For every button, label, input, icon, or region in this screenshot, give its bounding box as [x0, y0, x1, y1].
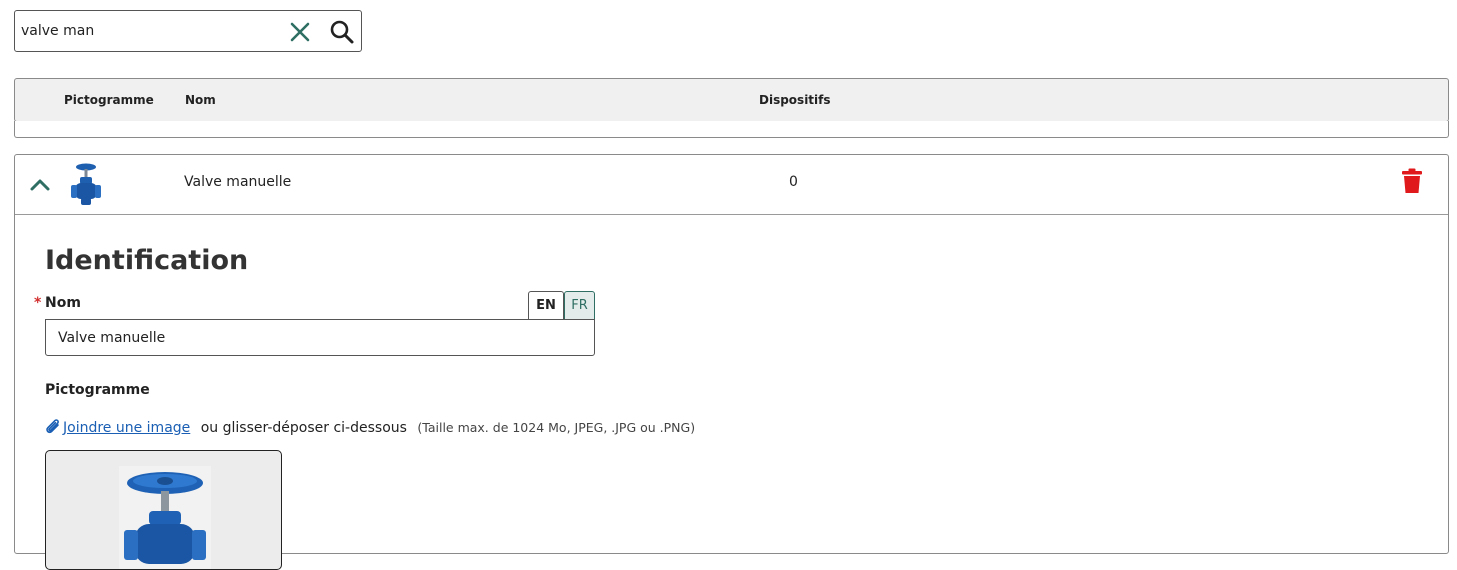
search-icon[interactable] — [329, 19, 355, 45]
attach-hint: (Taille max. de 1024 Mo, JPEG, .JPG ou .… — [417, 420, 696, 435]
name-label: Nom — [45, 295, 81, 311]
valve-image — [124, 472, 206, 564]
attach-image-link[interactable]: Joindre une image — [63, 420, 190, 436]
attach-image-line: Joindre une image ou glisser-déposer ci-… — [45, 419, 695, 436]
language-tab-fr[interactable]: FR — [564, 291, 595, 320]
pictogram-label: Pictogramme — [45, 382, 150, 398]
image-drop-zone[interactable] — [45, 450, 282, 570]
column-header-nom[interactable]: Nom — [185, 93, 216, 107]
search-input[interactable] — [21, 19, 271, 43]
required-marker: * — [34, 295, 42, 311]
pictogram-preview — [119, 466, 211, 569]
row-dispositifs-count: 0 — [789, 174, 798, 190]
attach-text: ou glisser-déposer ci-dessous — [200, 420, 407, 436]
table-header: Pictogramme Nom Dispositifs — [14, 78, 1449, 122]
trash-icon[interactable] — [1401, 168, 1423, 194]
section-title: Identification — [45, 245, 249, 276]
table-row: Valve manuelle 0 Identification * Nom EN… — [14, 154, 1449, 570]
search-bar — [14, 10, 362, 52]
row-name: Valve manuelle — [184, 174, 292, 190]
column-header-pictogramme[interactable]: Pictogramme — [64, 93, 154, 107]
close-icon[interactable] — [288, 20, 312, 44]
row-header[interactable]: Valve manuelle 0 — [15, 155, 1448, 215]
paperclip-icon — [46, 419, 59, 434]
column-header-dispositifs[interactable]: Dispositifs — [759, 93, 831, 107]
language-tab-en[interactable]: EN — [528, 291, 564, 320]
valve-thumbnail — [69, 162, 103, 208]
name-field[interactable] — [45, 319, 595, 356]
chevron-up-icon[interactable] — [29, 175, 51, 193]
previous-row-edge — [14, 121, 1449, 138]
